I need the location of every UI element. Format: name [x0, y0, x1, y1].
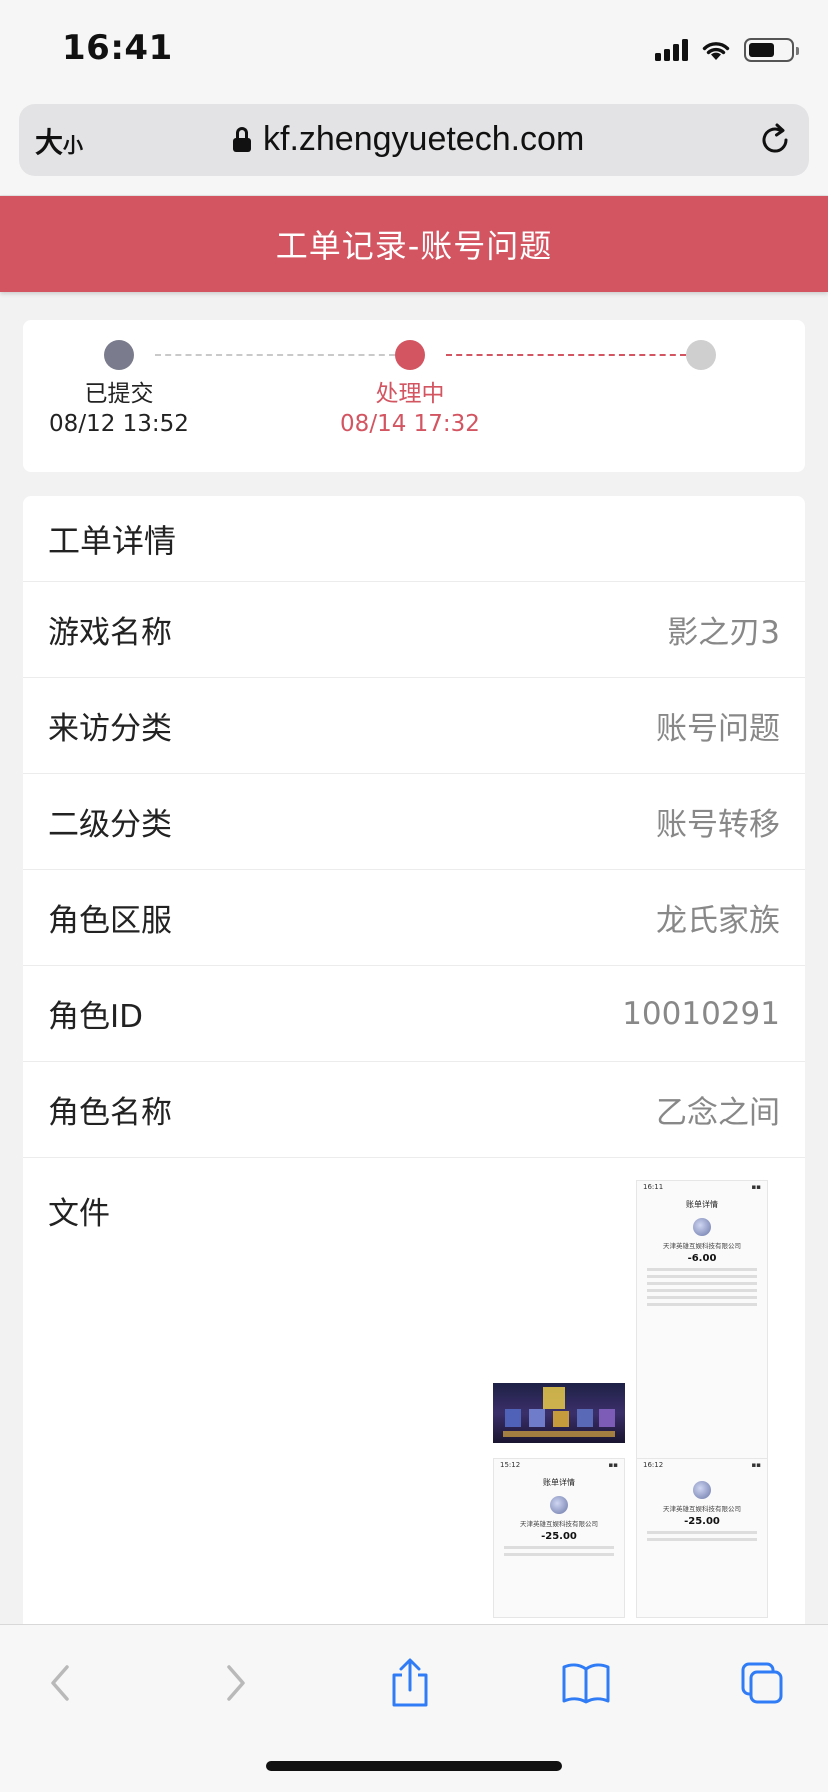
row-value: 乙念之间 — [656, 1095, 780, 1131]
row-value: 账号转移 — [656, 807, 780, 843]
details-title: 工单详情 — [23, 496, 805, 582]
company-logo-icon — [693, 1218, 711, 1236]
file-thumbnail-game-screenshot[interactable] — [493, 1383, 625, 1443]
company-logo-icon — [693, 1481, 711, 1499]
bookmarks-icon — [562, 1663, 610, 1704]
step-dot-submitted — [104, 340, 134, 370]
row-label: 来访分类 — [48, 711, 172, 747]
detail-row-role-name: 角色名称 乙念之间 — [23, 1062, 805, 1158]
page-title: 工单记录-账号问题 — [275, 227, 553, 265]
step-label: 处理中 — [375, 381, 445, 407]
detail-row-role-id: 角色ID 10010291 — [23, 966, 805, 1062]
row-label: 角色区服 — [48, 903, 172, 939]
battery-level — [749, 43, 774, 57]
step-time: 08/12 13:52 — [49, 411, 189, 437]
status-time: 16:41 — [62, 28, 173, 68]
url-display[interactable]: kf.zhengyuetech.com — [233, 120, 584, 159]
row-label: 二级分类 — [48, 807, 172, 843]
wifi-icon — [702, 42, 730, 60]
bookmarks-button[interactable] — [556, 1653, 616, 1713]
tabs-button[interactable] — [732, 1653, 792, 1713]
row-label: 角色名称 — [48, 1095, 172, 1131]
progress-line-2 — [446, 354, 686, 356]
step-label: 已提交 — [84, 381, 154, 407]
game-screenshot-image — [503, 1387, 615, 1437]
back-button[interactable] — [30, 1653, 90, 1713]
status-icons — [655, 36, 799, 64]
home-indicator — [266, 1761, 562, 1771]
row-label: 游戏名称 — [48, 615, 172, 651]
file-thumbnail-receipt[interactable]: 16:12 ▪▪ 天津英雄互娱科技有限公司 -25.00 — [636, 1458, 768, 1618]
progress-line-1 — [155, 354, 395, 356]
row-label: 角色ID — [48, 999, 144, 1035]
files-row: 文件 16:11 ▪▪ 账单详情 天津英雄互娱科技有限公司 -6.00 15:1… — [23, 1158, 805, 1636]
progress-tracker: 已提交 08/12 13:52 处理中 08/14 17:32 — [23, 320, 805, 472]
lock-icon — [233, 126, 251, 153]
cellular-signal-icon — [655, 39, 688, 61]
address-bar[interactable]: 大小 kf.zhengyuetech.com — [19, 104, 809, 176]
detail-row-category: 来访分类 账号问题 — [23, 678, 805, 774]
tabs-icon — [741, 1662, 783, 1704]
browser-address-area: 大小 kf.zhengyuetech.com — [0, 96, 828, 196]
step-dot-pending — [686, 340, 716, 370]
file-thumbnail-receipt[interactable]: 15:12 ▪▪ 账单详情 天津英雄互娱科技有限公司 -25.00 — [493, 1458, 625, 1618]
status-bar: 16:41 — [0, 0, 828, 96]
back-icon — [51, 1665, 69, 1701]
step-submitted: 已提交 08/12 13:52 — [9, 379, 229, 439]
row-value: 影之刃3 — [667, 615, 780, 651]
ticket-details: 工单详情 游戏名称 影之刃3 来访分类 账号问题 二级分类 账号转移 角色区服 … — [23, 496, 805, 1636]
detail-row-subcategory: 二级分类 账号转移 — [23, 774, 805, 870]
text-size-button[interactable]: 大小 — [35, 121, 83, 161]
row-value: 龙氏家族 — [656, 903, 780, 939]
files-label: 文件 — [48, 1196, 110, 1232]
step-processing: 处理中 08/14 17:32 — [300, 379, 520, 439]
step-dot-processing — [395, 340, 425, 370]
reload-icon[interactable] — [757, 122, 793, 158]
detail-row-game: 游戏名称 影之刃3 — [23, 582, 805, 678]
share-icon — [392, 1658, 428, 1707]
page-header: 工单记录-账号问题 — [0, 196, 828, 292]
company-logo-icon — [550, 1496, 568, 1514]
forward-button[interactable] — [206, 1653, 266, 1713]
file-thumbnail-receipt[interactable]: 16:11 ▪▪ 账单详情 天津英雄互娱科技有限公司 -6.00 — [636, 1180, 768, 1466]
forward-icon — [227, 1665, 245, 1701]
share-button[interactable] — [380, 1653, 440, 1713]
battery-icon — [744, 38, 799, 62]
row-value: 10010291 — [622, 995, 780, 1032]
detail-row-server: 角色区服 龙氏家族 — [23, 870, 805, 966]
row-value: 账号问题 — [656, 711, 780, 747]
url-text: kf.zhengyuetech.com — [263, 120, 585, 158]
step-time: 08/14 17:32 — [340, 411, 480, 437]
